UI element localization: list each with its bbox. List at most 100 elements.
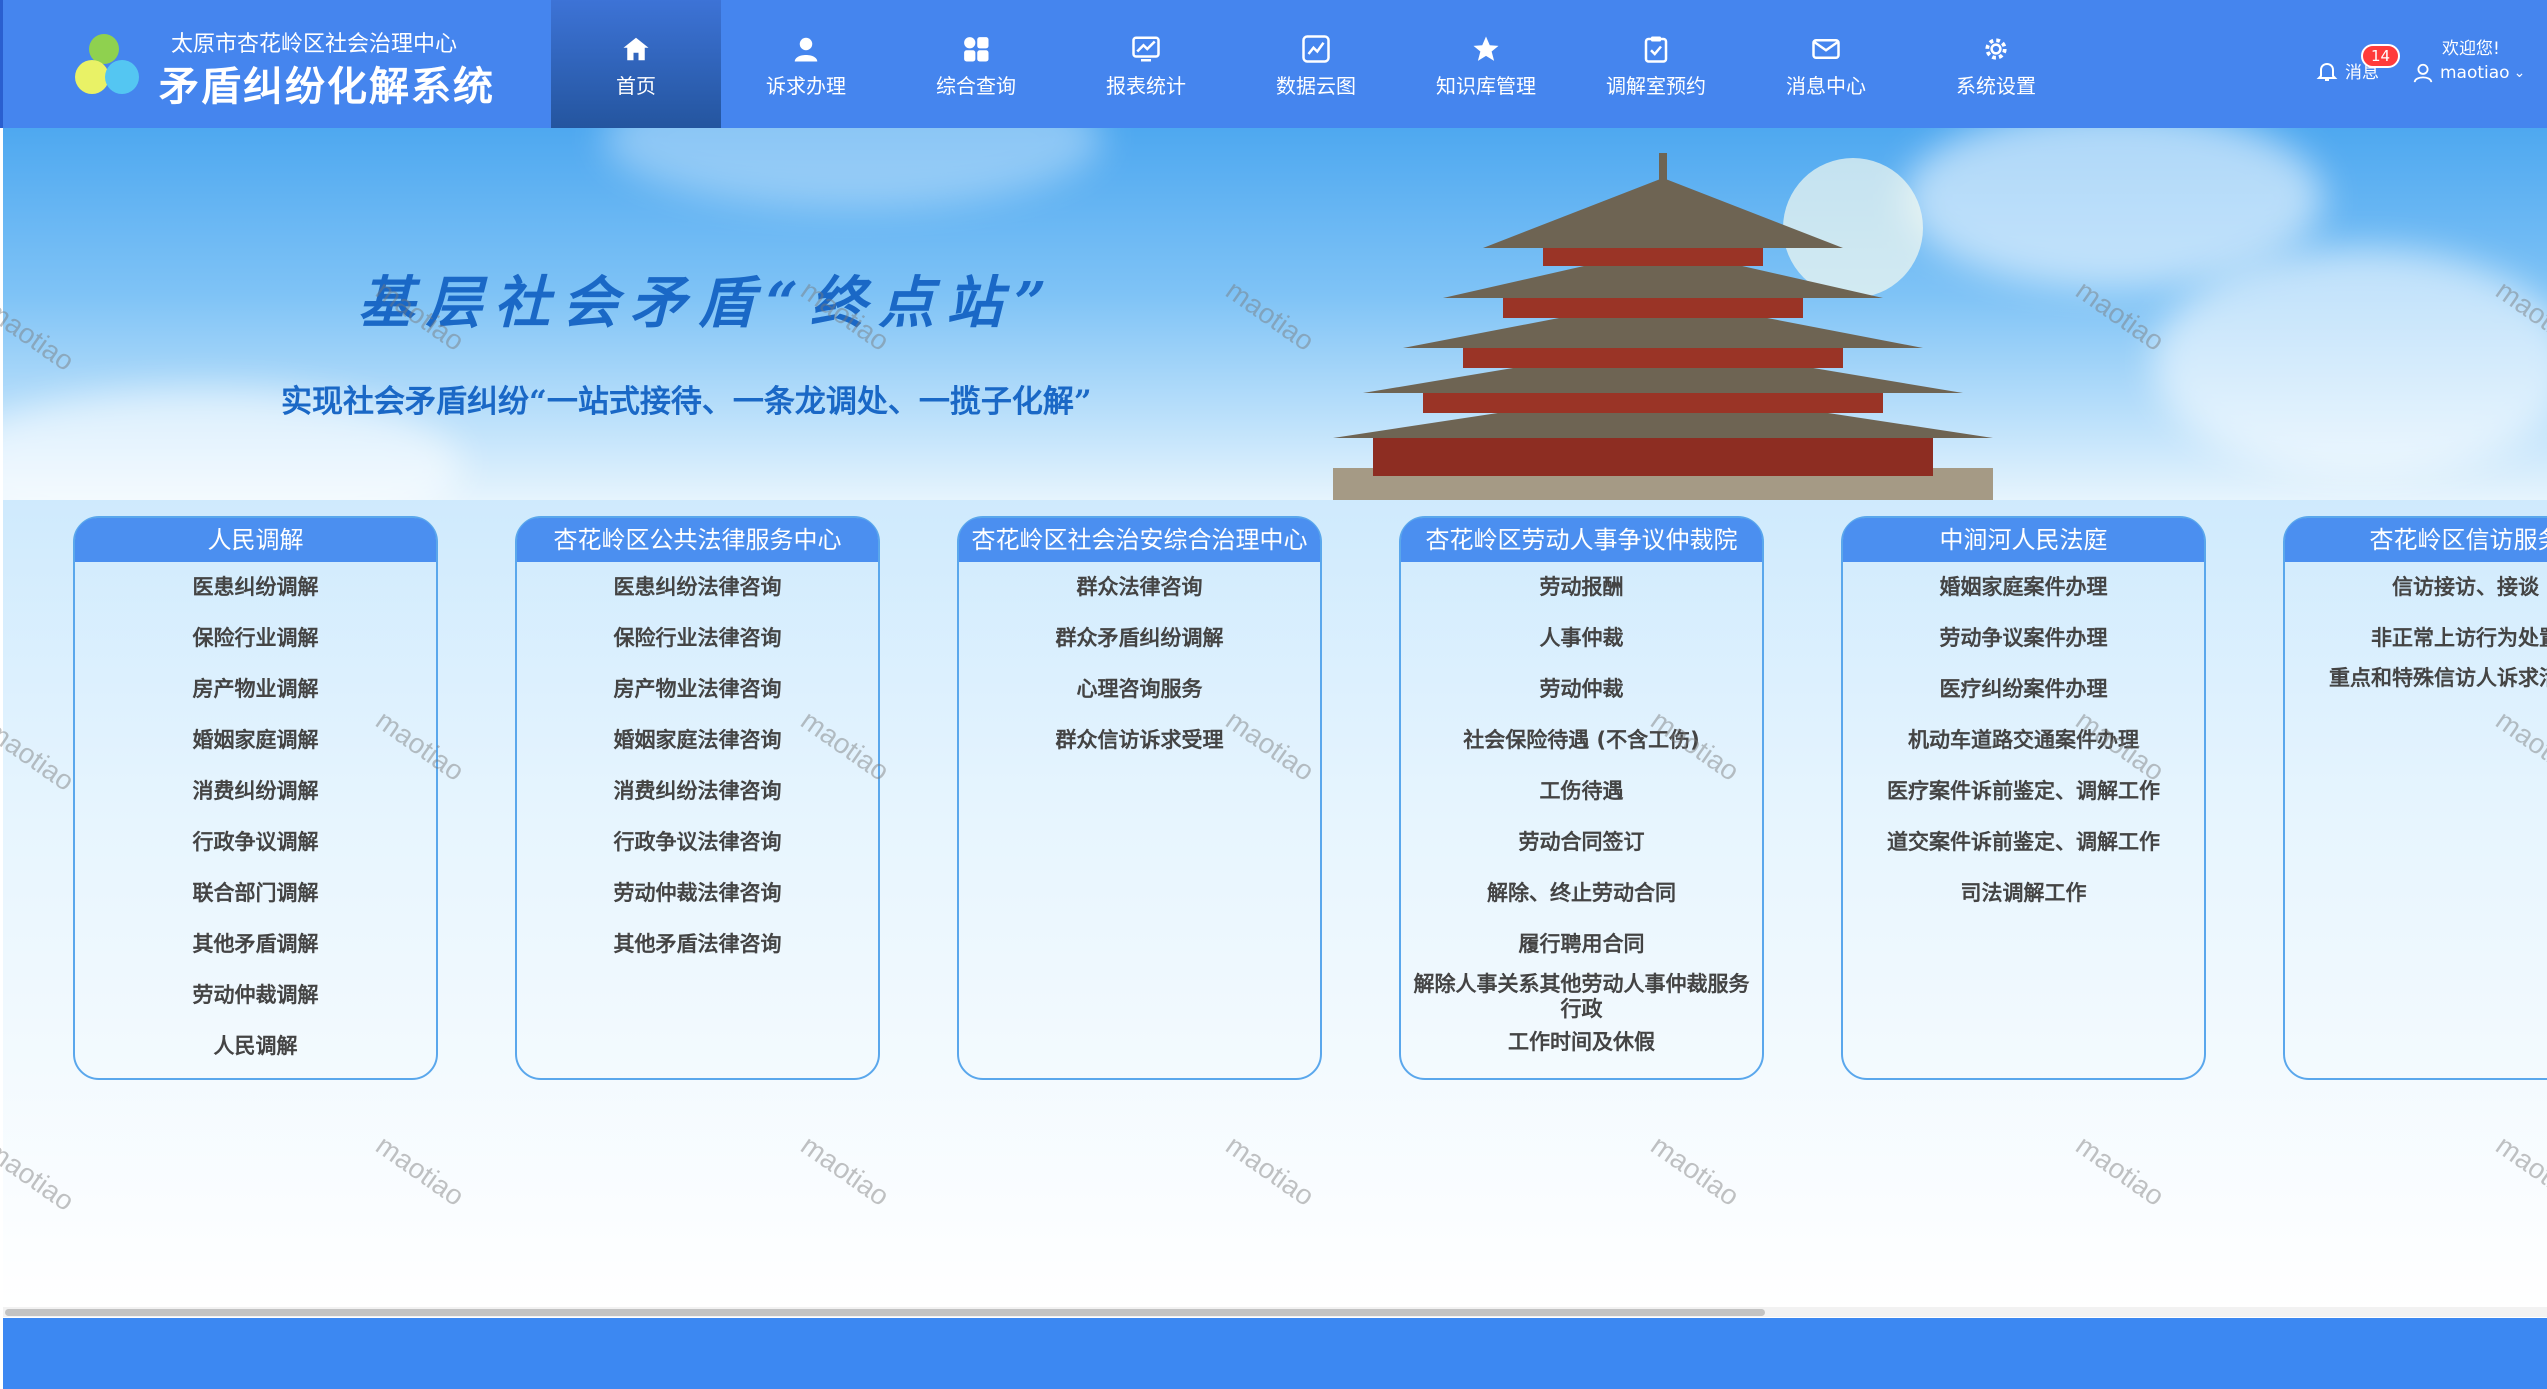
home-icon bbox=[623, 37, 649, 60]
nav-settings[interactable]: 系统设置 bbox=[1911, 0, 2081, 128]
card-labor-arbitration: 杏花岭区劳动人事争议仲裁院 劳动报酬 人事仲裁 劳动仲裁 社会保险待遇 (不含工… bbox=[1399, 516, 1764, 1080]
card-list: 群众法律咨询 群众矛盾纠纷调解 心理咨询服务 群众信访诉求受理 bbox=[959, 562, 1320, 766]
message-count-badge: 14 bbox=[2361, 44, 2401, 68]
bell-icon bbox=[2316, 62, 2338, 81]
hero-banner: 基层社会矛盾“终点站” 实现社会矛盾纠纷“一站式接待、一条龙调处、一揽子化解” bbox=[3, 128, 2547, 502]
nav-query[interactable]: 综合查询 bbox=[891, 0, 1061, 128]
list-item[interactable]: 群众矛盾纠纷调解 bbox=[969, 613, 1310, 664]
footer-bar bbox=[3, 1318, 2547, 1389]
list-item[interactable]: 劳动仲裁 bbox=[1411, 664, 1752, 715]
list-item[interactable]: 非正常上访行为处置 bbox=[2295, 613, 2547, 664]
nav-booking[interactable]: 调解室预约 bbox=[1571, 0, 1741, 128]
horizontal-scrollbar[interactable] bbox=[3, 1307, 2547, 1317]
list-item[interactable]: 劳动争议案件办理 bbox=[1853, 613, 2194, 664]
list-item[interactable]: 群众法律咨询 bbox=[969, 562, 1310, 613]
grid-icon bbox=[964, 36, 989, 61]
nav-reports-label: 报表统计 bbox=[1106, 73, 1186, 98]
user-icon bbox=[794, 37, 818, 61]
card-list: 劳动报酬 人事仲裁 劳动仲裁 社会保险待遇 (不含工伤) 工伤待遇 劳动合同签订… bbox=[1401, 562, 1762, 1060]
card-title: 人民调解 bbox=[75, 518, 436, 562]
list-item[interactable]: 劳动合同签订 bbox=[1411, 817, 1752, 868]
list-item[interactable]: 婚姻家庭调解 bbox=[85, 715, 426, 766]
list-item[interactable]: 其他矛盾调解 bbox=[85, 919, 426, 970]
nav-reports[interactable]: 报表统计 bbox=[1061, 0, 1231, 128]
list-item[interactable]: 劳动仲裁调解 bbox=[85, 970, 426, 1021]
list-item[interactable]: 消费纠纷法律咨询 bbox=[527, 766, 868, 817]
list-item[interactable]: 医患纠纷法律咨询 bbox=[527, 562, 868, 613]
card-title: 杏花岭区劳动人事争议仲裁院 bbox=[1401, 518, 1762, 562]
list-item[interactable]: 婚姻家庭案件办理 bbox=[1853, 562, 2194, 613]
card-legal-service: 杏花岭区公共法律服务中心 医患纠纷法律咨询 保险行业法律咨询 房产物业法律咨询 … bbox=[515, 516, 880, 1080]
list-item[interactable]: 劳动仲裁法律咨询 bbox=[527, 868, 868, 919]
card-title: 杏花岭区信访服务 bbox=[2285, 518, 2547, 562]
card-people-mediation: 人民调解 医患纠纷调解 保险行业调解 房产物业调解 婚姻家庭调解 消费纠纷调解 … bbox=[73, 516, 438, 1080]
list-item[interactable]: 工伤待遇 bbox=[1411, 766, 1752, 817]
list-item[interactable]: 群众信访诉求受理 bbox=[969, 715, 1310, 766]
list-item[interactable]: 解除、终止劳动合同 bbox=[1411, 868, 1752, 919]
system-title: 矛盾纠纷化解系统 bbox=[159, 63, 495, 110]
list-item[interactable]: 劳动报酬 bbox=[1411, 562, 1752, 613]
card-petition-service: 杏花岭区信访服务 信访接访、接谈 非正常上访行为处置 重点和特殊信访人诉求活动同 bbox=[2283, 516, 2547, 1080]
list-item[interactable]: 房产物业调解 bbox=[85, 664, 426, 715]
trend-icon bbox=[1302, 34, 1330, 63]
card-title: 杏花岭区公共法律服务中心 bbox=[517, 518, 878, 562]
card-list: 医患纠纷法律咨询 保险行业法律咨询 房产物业法律咨询 婚姻家庭法律咨询 消费纠纷… bbox=[517, 562, 878, 970]
list-item[interactable]: 社会保险待遇 (不含工伤) bbox=[1411, 715, 1752, 766]
card-list: 婚姻家庭案件办理 劳动争议案件办理 医疗纠纷案件办理 机动车道路交通案件办理 医… bbox=[1843, 562, 2204, 919]
service-panels: 人民调解 医患纠纷调解 保险行业调解 房产物业调解 婚姻家庭调解 消费纠纷调解 … bbox=[3, 500, 2547, 1310]
nav-messages[interactable]: 消息中心 bbox=[1741, 0, 1911, 128]
mail-icon bbox=[1812, 38, 1840, 59]
list-item[interactable]: 解除人事关系其他劳动人事仲裁服务行政 bbox=[1411, 970, 1752, 1024]
list-item[interactable]: 医疗纠纷案件办理 bbox=[1853, 664, 2194, 715]
card-security-center: 杏花岭区社会治安综合治理中心 群众法律咨询 群众矛盾纠纷调解 心理咨询服务 群众… bbox=[957, 516, 1322, 1080]
list-item[interactable]: 机动车道路交通案件办理 bbox=[1853, 715, 2194, 766]
list-item[interactable]: 消费纠纷调解 bbox=[85, 766, 426, 817]
list-item[interactable]: 心理咨询服务 bbox=[969, 664, 1310, 715]
nav-knowledge[interactable]: 知识库管理 bbox=[1401, 0, 1571, 128]
nav-knowledge-label: 知识库管理 bbox=[1436, 73, 1536, 98]
list-item[interactable]: 房产物业法律咨询 bbox=[527, 664, 868, 715]
list-item[interactable]: 工作时间及休假 bbox=[1411, 1024, 1752, 1060]
list-item[interactable]: 医患纠纷调解 bbox=[85, 562, 426, 613]
chevron-down-icon: ⌄ bbox=[2513, 65, 2526, 81]
nav-requests-label: 诉求办理 bbox=[766, 73, 846, 98]
nav-query-label: 综合查询 bbox=[936, 73, 1016, 98]
nav-datacloud-label: 数据云图 bbox=[1276, 73, 1356, 98]
nav-datacloud[interactable]: 数据云图 bbox=[1231, 0, 1401, 128]
list-item[interactable]: 行政争议法律咨询 bbox=[527, 817, 868, 868]
main-nav: 首页 诉求办理 综合查询 报表统计 数据云图 知识库管理 调解室预约 消息中心 bbox=[551, 0, 2081, 128]
nav-settings-label: 系统设置 bbox=[1956, 73, 2036, 98]
card-people-court: 中涧河人民法庭 婚姻家庭案件办理 劳动争议案件办理 医疗纠纷案件办理 机动车道路… bbox=[1841, 516, 2206, 1080]
card-title: 杏花岭区社会治安综合治理中心 bbox=[959, 518, 1320, 562]
scrollbar-thumb[interactable] bbox=[5, 1309, 1765, 1316]
user-menu[interactable]: maotiao ⌄ bbox=[2412, 62, 2525, 84]
list-item[interactable]: 道交案件诉前鉴定、调解工作 bbox=[1853, 817, 2194, 868]
nav-messages-label: 消息中心 bbox=[1786, 73, 1866, 98]
list-item[interactable]: 行政争议调解 bbox=[85, 817, 426, 868]
list-item[interactable]: 人事仲裁 bbox=[1411, 613, 1752, 664]
list-item[interactable]: 婚姻家庭法律咨询 bbox=[527, 715, 868, 766]
banner-title: 基层社会矛盾“终点站” bbox=[358, 270, 1059, 336]
list-item[interactable]: 重点和特殊信访人诉求活动同 bbox=[2295, 664, 2547, 693]
list-item[interactable]: 保险行业法律咨询 bbox=[527, 613, 868, 664]
username: maotiao bbox=[2440, 63, 2510, 83]
list-item[interactable]: 履行聘用合同 bbox=[1411, 919, 1752, 970]
card-list: 信访接访、接谈 非正常上访行为处置 重点和特殊信访人诉求活动同 bbox=[2285, 562, 2547, 693]
nav-requests[interactable]: 诉求办理 bbox=[721, 0, 891, 128]
list-item[interactable]: 保险行业调解 bbox=[85, 613, 426, 664]
user-avatar-icon bbox=[2413, 63, 2433, 83]
card-title: 中涧河人民法庭 bbox=[1843, 518, 2204, 562]
list-item[interactable]: 司法调解工作 bbox=[1853, 868, 2194, 919]
logo-icon bbox=[75, 34, 155, 100]
nav-home-label: 首页 bbox=[616, 73, 656, 98]
list-item[interactable]: 信访接访、接谈 bbox=[2295, 562, 2547, 613]
list-item[interactable]: 联合部门调解 bbox=[85, 868, 426, 919]
list-item[interactable]: 其他矛盾法律咨询 bbox=[527, 919, 868, 970]
banner-subtitle: 实现社会矛盾纠纷“一站式接待、一条龙调处、一揽子化解” bbox=[281, 384, 1092, 420]
nav-home[interactable]: 首页 bbox=[551, 0, 721, 128]
list-item[interactable]: 医疗案件诉前鉴定、调解工作 bbox=[1853, 766, 2194, 817]
clipboard-icon bbox=[1644, 36, 1668, 63]
chart-icon bbox=[1132, 36, 1160, 61]
gear-icon bbox=[1985, 37, 2007, 60]
list-item[interactable]: 人民调解 bbox=[85, 1021, 426, 1072]
